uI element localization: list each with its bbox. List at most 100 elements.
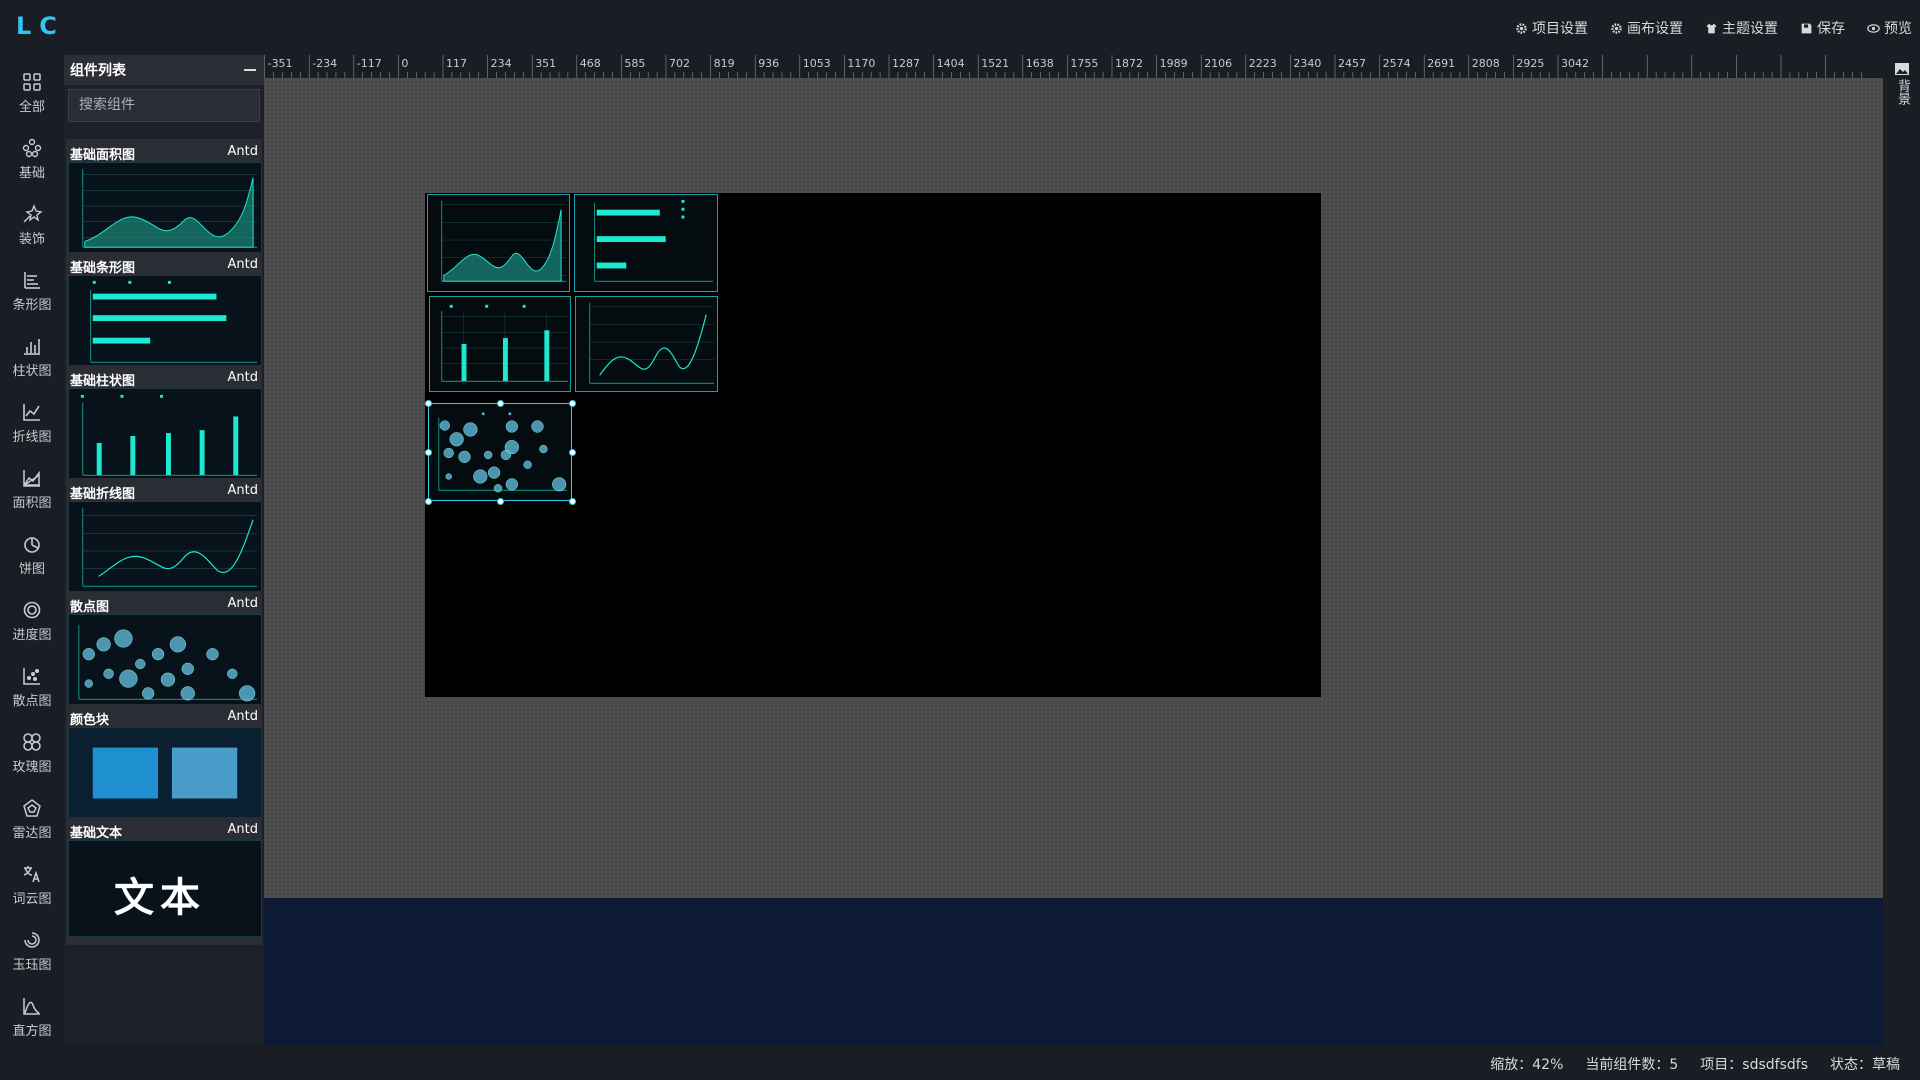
project-status: 项目：sdsdfsdfs — [1700, 1057, 1808, 1073]
artboard[interactable] — [425, 193, 1321, 697]
area-chart-icon — [23, 470, 40, 487]
save-icon — [1801, 23, 1812, 33]
resize-handle[interactable] — [425, 400, 432, 407]
line-chart-icon — [23, 404, 40, 421]
component-card-color-block[interactable]: 颜色块 Antd — [66, 704, 262, 832]
ruler-label: 1989 — [1160, 57, 1188, 70]
ruler-label: -351 — [268, 57, 293, 70]
ruler-label: 2457 — [1338, 57, 1366, 70]
rose-icon — [23, 733, 41, 751]
card-title: 基础折线图 — [70, 487, 136, 502]
area-chart-thumbnail — [68, 162, 262, 259]
resize-handle[interactable] — [497, 400, 504, 407]
card-source: Antd — [227, 257, 258, 272]
widget-line-chart[interactable] — [575, 296, 718, 392]
resize-handle[interactable] — [569, 449, 576, 456]
card-title: 基础条形图 — [70, 261, 136, 276]
scatter-icon — [23, 668, 40, 685]
resize-handle[interactable] — [569, 498, 576, 505]
rail-item-bar[interactable]: 条形图 — [0, 261, 64, 323]
project-settings-button[interactable]: 项目设置 — [1515, 18, 1588, 38]
canvas-settings-button[interactable]: 画布设置 — [1610, 18, 1683, 38]
zoom-status[interactable]: 缩放：42% — [1490, 1054, 1563, 1074]
save-button[interactable]: 保存 — [1800, 18, 1845, 38]
background-button[interactable]: 背景 — [1892, 61, 1912, 105]
component-card-bar[interactable]: 基础条形图 Antd — [66, 252, 262, 380]
preview-button[interactable]: 预览 — [1867, 18, 1912, 38]
ruler-label: 1872 — [1115, 57, 1143, 70]
column-chart-thumbnail — [68, 388, 262, 485]
card-title: 基础文本 — [70, 826, 123, 841]
component-card-scatter[interactable]: 散点图 Antd — [66, 591, 262, 719]
rail-item-ring[interactable]: 玉珏图 — [0, 921, 64, 983]
resize-handle[interactable] — [569, 400, 576, 407]
pie-chart-icon — [24, 537, 40, 553]
rail-item-histogram[interactable]: 直方图 — [0, 987, 64, 1049]
background-label: 背景 — [1895, 79, 1910, 105]
rail-item-area[interactable]: 面积图 — [0, 459, 64, 521]
rail-item-all[interactable]: 全部 — [0, 63, 64, 125]
resize-handle[interactable] — [497, 498, 504, 505]
theme-settings-label: 主题设置 — [1722, 21, 1778, 37]
widget-column-chart[interactable] — [429, 296, 571, 392]
rail-item-scatter[interactable]: 散点图 — [0, 657, 64, 719]
resize-handle[interactable] — [425, 449, 432, 456]
ruler-label: 2223 — [1249, 57, 1277, 70]
draft-status: 状态：草稿 — [1830, 1057, 1900, 1073]
ruler-label: 1755 — [1070, 57, 1098, 70]
rail-item-progress[interactable]: 进度图 — [0, 591, 64, 653]
rail-label: 折线图 — [12, 430, 52, 445]
widget-area-chart[interactable] — [427, 194, 570, 292]
component-card-text[interactable]: 基础文本 Antd 文本 — [66, 817, 262, 945]
ruler-label: 702 — [669, 57, 690, 70]
rail-label: 柱状图 — [12, 364, 52, 379]
collapse-button[interactable] — [244, 69, 256, 71]
rail-item-line[interactable]: 折线图 — [0, 393, 64, 455]
rail-item-pie[interactable]: 饼图 — [0, 525, 64, 587]
ruler-label: 1053 — [803, 57, 831, 70]
search-input[interactable]: 搜索组件 — [68, 89, 260, 122]
panel-header: 组件列表 — [64, 55, 264, 85]
component-card-column[interactable]: 基础柱状图 Antd — [66, 365, 262, 493]
grid-icon — [23, 73, 41, 91]
resize-handle[interactable] — [425, 498, 432, 505]
gear-icon — [1611, 22, 1622, 34]
canvas-background-area[interactable] — [264, 898, 1883, 1045]
component-card-line[interactable]: 基础折线图 Antd — [66, 478, 262, 606]
rail-item-column[interactable]: 柱状图 — [0, 327, 64, 389]
bar-chart-icon — [24, 272, 40, 289]
card-title: 散点图 — [70, 600, 110, 615]
rail-item-wordcloud[interactable]: 词云图 — [0, 855, 64, 917]
image-icon — [1895, 63, 1909, 75]
ruler-label: 2808 — [1472, 57, 1500, 70]
rail-label: 条形图 — [12, 298, 52, 313]
line-chart-thumbnail — [68, 501, 262, 598]
widget-scatter-chart[interactable] — [428, 403, 572, 501]
ruler-label: 1404 — [937, 57, 965, 70]
rail-label: 雷达图 — [12, 826, 52, 841]
rail-label: 玉珏图 — [12, 958, 52, 973]
rail-label: 进度图 — [12, 628, 52, 643]
decoration-icon — [23, 204, 43, 223]
shirt-icon — [1706, 23, 1717, 33]
horizontal-ruler: -351 -234 -117 0 117 234 351 468 585 702 819 936 105… — [264, 55, 1883, 78]
ruler-label: 234 — [491, 57, 512, 70]
widget-bar-chart[interactable] — [574, 194, 718, 292]
column-chart-icon — [24, 339, 40, 355]
basic-icon — [22, 138, 42, 158]
card-source: Antd — [227, 370, 258, 385]
rail-item-decoration[interactable]: 装饰 — [0, 195, 64, 257]
rail-item-basic[interactable]: 基础 — [0, 129, 64, 191]
status-bar: 缩放：42% 当前组件数：5 项目：sdsdfsdfs 状态：草稿 — [0, 1045, 1920, 1080]
card-source: Antd — [227, 596, 258, 611]
ruler-label: 468 — [580, 57, 601, 70]
rail-item-rose[interactable]: 玫瑰图 — [0, 723, 64, 785]
component-card-area[interactable]: 基础面积图 Antd — [66, 139, 262, 267]
card-title: 颜色块 — [70, 713, 110, 728]
project-settings-label: 项目设置 — [1532, 21, 1588, 37]
text-preview: 文本 — [114, 875, 206, 921]
rail-item-radar[interactable]: 雷达图 — [0, 789, 64, 851]
ruler-label: 585 — [624, 57, 645, 70]
ruler-label: 1170 — [847, 57, 875, 70]
theme-settings-button[interactable]: 主题设置 — [1705, 18, 1778, 38]
